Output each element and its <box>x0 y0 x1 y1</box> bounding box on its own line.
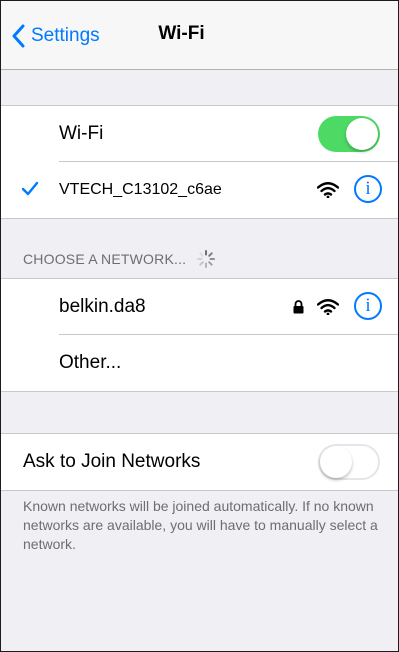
wifi-icon <box>317 182 339 198</box>
toggle-knob <box>346 118 378 150</box>
wifi-toggle-row: Wi-Fi <box>1 106 398 162</box>
choose-network-header: CHOOSE A NETWORK... <box>23 249 216 269</box>
checkmark-icon <box>21 181 39 196</box>
spinner-icon <box>197 250 216 268</box>
navigation-bar: Settings Wi-Fi <box>1 1 398 70</box>
network-row-belkin[interactable]: belkin.da8 i <box>1 279 398 335</box>
connected-network-name: VTECH_C13102_c6ae <box>59 181 222 198</box>
ask-to-join-row: Ask to Join Networks <box>1 434 398 490</box>
wifi-label: Wi-Fi <box>59 123 104 144</box>
connected-network-row[interactable]: VTECH_C13102_c6ae i <box>1 162 398 218</box>
networks-group: belkin.da8 i Other... <box>1 278 398 392</box>
other-network-row[interactable]: Other... <box>1 335 398 391</box>
page-title: Wi-Fi <box>158 23 205 44</box>
other-network-label: Other... <box>59 352 122 373</box>
lock-icon <box>293 300 304 314</box>
info-icon[interactable]: i <box>354 175 382 203</box>
ask-to-join-toggle[interactable] <box>318 444 380 480</box>
ask-to-join-label: Ask to Join Networks <box>23 451 201 472</box>
choose-network-header-label: CHOOSE A NETWORK... <box>23 251 187 267</box>
wifi-toggle[interactable] <box>318 116 380 152</box>
info-icon[interactable]: i <box>354 292 382 320</box>
toggle-knob <box>320 446 352 478</box>
ask-to-join-footer: Known networks will be joined automatica… <box>23 498 378 552</box>
wifi-icon <box>317 299 339 315</box>
network-name: belkin.da8 <box>59 296 146 317</box>
screen: Settings Wi-Fi Wi-Fi VTECH_C13102_c6ae i <box>0 0 399 652</box>
ask-to-join-group: Ask to Join Networks <box>1 433 398 491</box>
wifi-group: Wi-Fi VTECH_C13102_c6ae i <box>1 105 398 219</box>
